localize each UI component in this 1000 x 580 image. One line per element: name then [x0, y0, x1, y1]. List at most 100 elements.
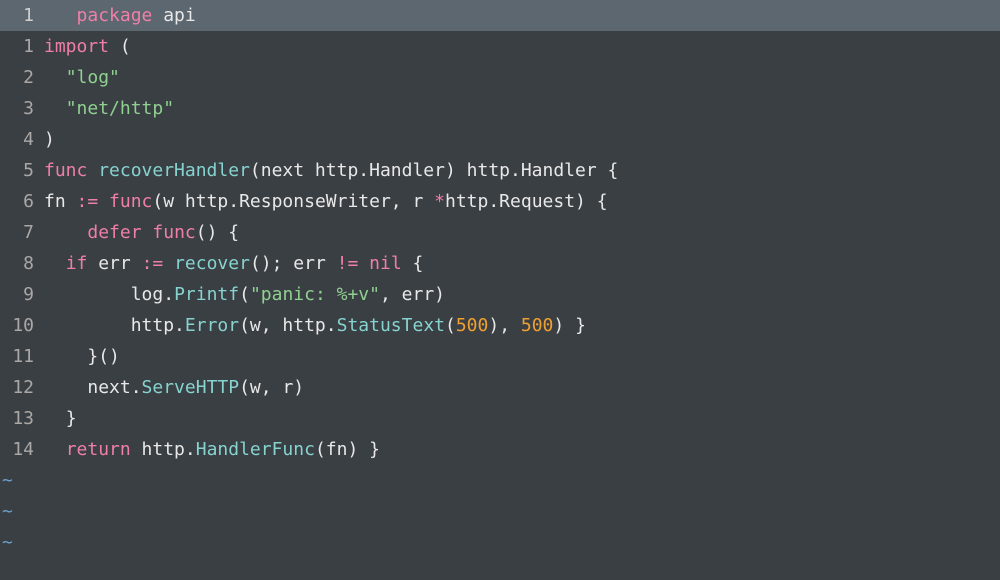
code-content[interactable]: package api: [44, 0, 196, 31]
code-content[interactable]: }(): [44, 341, 120, 372]
code-line[interactable]: 11 }(): [0, 341, 1000, 372]
token-kw: nil: [369, 253, 402, 274]
line-number: 2: [0, 62, 44, 93]
token-kw: func: [44, 160, 98, 181]
empty-line: ~: [0, 527, 1000, 558]
line-number: 9: [0, 279, 44, 310]
line-number: 11: [0, 341, 44, 372]
code-content[interactable]: "log": [44, 62, 120, 93]
token-kw: func: [109, 191, 152, 212]
token-id: }: [66, 408, 77, 429]
code-line[interactable]: 14 return http.HandlerFunc(fn) }: [0, 434, 1000, 465]
token-id: (: [239, 284, 250, 305]
line-number: 1: [0, 0, 44, 31]
token-fn: StatusText: [337, 315, 445, 336]
code-content[interactable]: func recoverHandler(next http.Handler) h…: [44, 155, 618, 186]
code-content[interactable]: http.Error(w, http.StatusText(500), 500)…: [44, 310, 586, 341]
line-number: 12: [0, 372, 44, 403]
token-id: ),: [488, 315, 521, 336]
code-line[interactable]: 3 "net/http": [0, 93, 1000, 124]
code-line[interactable]: 1import (: [0, 31, 1000, 62]
token-str: "panic: %+v": [250, 284, 380, 305]
token-id: api: [163, 5, 196, 26]
token-kw: if: [66, 253, 99, 274]
code-line[interactable]: 10 http.Error(w, http.StatusText(500), 5…: [0, 310, 1000, 341]
token-id: http.Request) {: [445, 191, 608, 212]
token-id: , err): [380, 284, 445, 305]
tilde-icon: ~: [0, 527, 13, 558]
token-id: () {: [196, 222, 239, 243]
tilde-icon: ~: [0, 496, 13, 527]
line-number: 10: [0, 310, 44, 341]
token-id: err: [98, 253, 141, 274]
token-num: 500: [521, 315, 554, 336]
line-number: 6: [0, 186, 44, 217]
code-content[interactable]: next.ServeHTTP(w, r): [44, 372, 304, 403]
token-id: fn: [44, 191, 77, 212]
code-line[interactable]: 4): [0, 124, 1000, 155]
token-id: ) }: [553, 315, 586, 336]
code-line[interactable]: 13 }: [0, 403, 1000, 434]
line-number: 5: [0, 155, 44, 186]
token-fn: recover: [174, 253, 250, 274]
code-content[interactable]: ): [44, 124, 55, 155]
token-fn: Printf: [174, 284, 239, 305]
token-id: (w http.ResponseWriter, r: [152, 191, 434, 212]
token-id: next.: [87, 377, 141, 398]
token-id: {: [402, 253, 424, 274]
code-line[interactable]: 7 defer func() {: [0, 217, 1000, 248]
token-fn: Error: [185, 315, 239, 336]
line-number: 8: [0, 248, 44, 279]
code-line[interactable]: 5func recoverHandler(next http.Handler) …: [0, 155, 1000, 186]
line-number: 13: [0, 403, 44, 434]
code-content[interactable]: log.Printf("panic: %+v", err): [44, 279, 445, 310]
empty-line: ~: [0, 465, 1000, 496]
token-id: (next http.Handler) http.Handler {: [250, 160, 618, 181]
code-line[interactable]: 1 package api: [0, 0, 1000, 31]
code-content[interactable]: }: [44, 403, 77, 434]
token-id: ): [44, 129, 55, 150]
code-editor[interactable]: 1 package api1import (2 "log"3 "net/http…: [0, 0, 1000, 558]
token-str: "log": [66, 67, 120, 88]
token-kw: package: [77, 5, 164, 26]
token-kw: return: [66, 439, 142, 460]
code-line[interactable]: 2 "log": [0, 62, 1000, 93]
code-line[interactable]: 9 log.Printf("panic: %+v", err): [0, 279, 1000, 310]
token-id: (w, http.: [239, 315, 337, 336]
token-kw: :=: [142, 253, 175, 274]
code-content[interactable]: "net/http": [44, 93, 174, 124]
code-content[interactable]: return http.HandlerFunc(fn) }: [44, 434, 380, 465]
token-id: http.: [131, 315, 185, 336]
token-id: (: [120, 36, 131, 57]
token-id: (); err: [250, 253, 337, 274]
empty-line: ~: [0, 496, 1000, 527]
token-kw: !=: [337, 253, 370, 274]
token-fn: ServeHTTP: [142, 377, 240, 398]
token-str: "net/http": [66, 98, 174, 119]
token-kw: import: [44, 36, 120, 57]
token-id: }(): [87, 346, 120, 367]
line-number: 14: [0, 434, 44, 465]
token-fn: recoverHandler: [98, 160, 250, 181]
token-kw: defer: [87, 222, 152, 243]
token-kw: :=: [77, 191, 110, 212]
code-content[interactable]: if err := recover(); err != nil {: [44, 248, 423, 279]
code-content[interactable]: import (: [44, 31, 131, 62]
token-id: log.: [131, 284, 174, 305]
token-id: http.: [142, 439, 196, 460]
line-number: 3: [0, 93, 44, 124]
token-kw: *: [434, 191, 445, 212]
token-kw: func: [152, 222, 195, 243]
code-line[interactable]: 6fn := func(w http.ResponseWriter, r *ht…: [0, 186, 1000, 217]
line-number: 4: [0, 124, 44, 155]
tilde-icon: ~: [0, 465, 13, 496]
token-fn: HandlerFunc: [196, 439, 315, 460]
token-id: (w, r): [239, 377, 304, 398]
line-number: 1: [0, 31, 44, 62]
token-num: 500: [456, 315, 489, 336]
code-line[interactable]: 8 if err := recover(); err != nil {: [0, 248, 1000, 279]
token-id: (fn) }: [315, 439, 380, 460]
code-content[interactable]: fn := func(w http.ResponseWriter, r *htt…: [44, 186, 608, 217]
code-content[interactable]: defer func() {: [44, 217, 239, 248]
code-line[interactable]: 12 next.ServeHTTP(w, r): [0, 372, 1000, 403]
